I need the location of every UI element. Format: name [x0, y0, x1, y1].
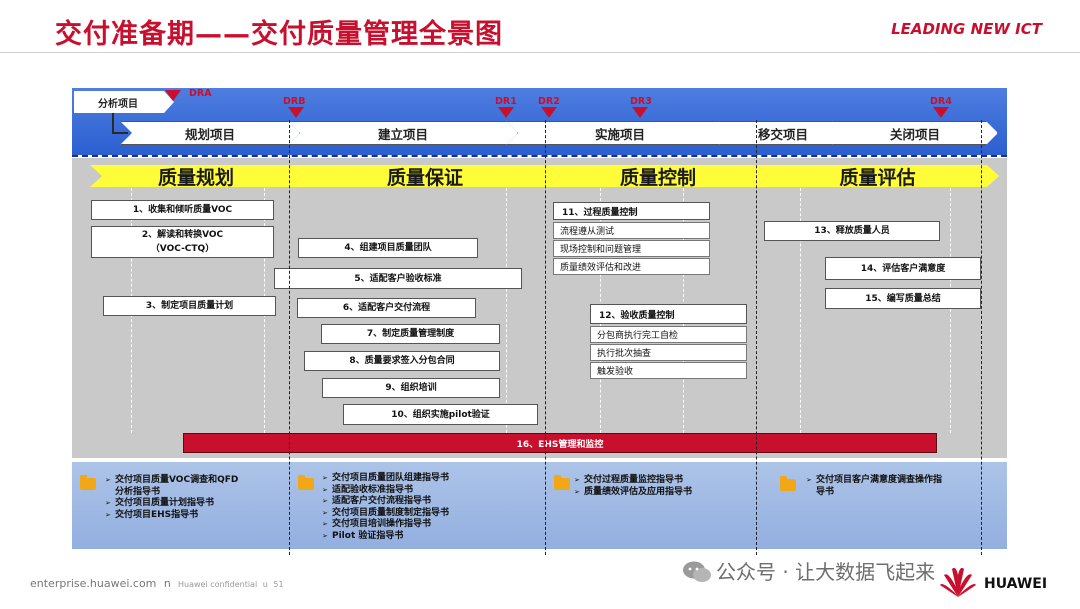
marker-dr1-icon [498, 107, 514, 118]
assurance-item: 7、制定质量管理制度 [321, 324, 500, 344]
phase-close: 关闭项目 [832, 121, 998, 145]
brand-slogan: LEADING NEW ICT [891, 20, 1042, 38]
huawei-logo-icon [940, 567, 976, 597]
footer-site: enterprise.huawei.com n [30, 577, 171, 590]
marker-dra-label: DRA [189, 88, 212, 99]
marker-dr4-label: DR4 [930, 96, 952, 107]
marker-dr3-icon [632, 107, 648, 118]
analysis-connector-h [112, 132, 128, 134]
guide-item: 适配验收标准指导书 [322, 485, 522, 497]
guide-list-control: 交付过程质量监控指导书 质量绩效评估及应用指导书 [574, 475, 754, 498]
page-title: 交付准备期——交付质量管理全景图 [55, 19, 503, 50]
footer-page-number: 51 [273, 580, 284, 589]
marker-dra-icon [165, 90, 181, 101]
evaluation-item: 15、编写质量总结 [825, 288, 981, 309]
guide-item: 交付项目质量团队组建指导书 [322, 473, 522, 485]
planning-item: 1、收集和倾听质量VOC [91, 200, 274, 220]
assurance-item: 10、组织实施pilot验证 [343, 404, 538, 425]
milestone-line [756, 120, 757, 555]
area-assurance: 质量保证 [290, 165, 560, 187]
guide-item: 交付项目培训操作指导书 [322, 519, 522, 531]
footer-confidential-text: Huawei confidential [178, 580, 258, 589]
phase-plan: 规划项目 [120, 121, 300, 145]
header-divider [0, 52, 1080, 53]
area-evaluation: 质量评估 [756, 165, 999, 187]
folder-icon [780, 476, 796, 491]
guide-item: 质量绩效评估及应用指导书 [574, 487, 754, 499]
assurance-item: 5、适配客户验收标准 [274, 268, 522, 289]
ehs-bar: 16、EHS管理和监控 [183, 433, 937, 453]
control-acceptance-row: 分包商执行完工自检 [590, 326, 747, 343]
folder-icon [554, 475, 570, 490]
milestone-line [545, 120, 546, 555]
evaluation-item: 13、释放质量人员 [764, 221, 940, 241]
marker-dr4-icon [933, 107, 949, 118]
planning-item: 3、制定项目质量计划 [103, 296, 276, 316]
assurance-item: 6、适配客户交付流程 [297, 298, 476, 318]
guide-item: 交付项目质量制度制定指导书 [322, 508, 522, 520]
phase-implement: 实施项目 [506, 121, 734, 145]
wechat-icon [683, 561, 711, 582]
guide-item: 交付项目EHS指导书 [105, 510, 245, 522]
area-control: 质量控制 [548, 165, 768, 187]
guide-item: Pilot 验证指导书 [322, 531, 522, 543]
guide-list-assurance: 交付项目质量团队组建指导书 适配验收标准指导书 适配客户交付流程指导书 交付项目… [322, 473, 522, 542]
phase-separator [72, 155, 1007, 157]
control-acceptance-row: 触发验收 [590, 362, 747, 379]
assurance-item: 4、组建项目质量团队 [298, 238, 478, 258]
marker-dr3-label: DR3 [630, 96, 652, 107]
marker-drb-icon [288, 107, 304, 118]
marker-drb-label: DRB [283, 96, 306, 107]
marker-dr1-label: DR1 [495, 96, 517, 107]
guide-item: 交付项目质量VOC调查和QFD分析指导书 [105, 475, 245, 498]
guide-line [506, 188, 507, 433]
huawei-logo-text: HUAWEI [984, 576, 1048, 592]
guide-line [950, 188, 951, 433]
area-planning: 质量规划 [90, 165, 302, 187]
guide-item: 交付过程质量监控指导书 [574, 475, 754, 487]
guide-item: 适配客户交付流程指导书 [322, 496, 522, 508]
control-acceptance-title: 12、验收质量控制 [590, 304, 747, 324]
control-process-row: 现场控制和问题管理 [553, 240, 710, 257]
phase-build: 建立项目 [288, 121, 518, 145]
guide-item: 交付项目质量计划指导书 [105, 498, 245, 510]
planning-item: 2、解读和转换VOC （VOC-CTQ） [91, 226, 274, 258]
assurance-item: 8、质量要求签入分包合同 [304, 351, 500, 371]
control-process-row: 质量绩效评估和改进 [553, 258, 710, 275]
footer-site-suffix: n [163, 577, 171, 590]
planning-item-line: （VOC-CTQ） [150, 244, 215, 254]
folder-icon [80, 475, 96, 490]
analysis-connector [112, 113, 114, 133]
planning-item-line: 2、解读和转换VOC [141, 230, 224, 240]
footer-confidential-mark: u [262, 580, 268, 589]
control-process-row: 流程遵从测试 [553, 222, 710, 239]
control-acceptance-row: 执行批次抽查 [590, 344, 747, 361]
marker-dr2-label: DR2 [538, 96, 560, 107]
folder-icon [298, 475, 314, 490]
control-process-title: 11、过程质量控制 [553, 202, 710, 220]
watermark-text: 公众号 · 让大数据飞起来 [716, 560, 936, 584]
milestone-line [981, 120, 982, 555]
evaluation-item: 14、评估客户满意度 [825, 257, 981, 280]
guide-list-planning: 交付项目质量VOC调查和QFD分析指导书 交付项目质量计划指导书 交付项目EHS… [105, 475, 245, 521]
guide-list-evaluation: 交付项目客户满意度调查操作指导书 [806, 475, 946, 498]
phase-analysis: 分析项目 [74, 91, 174, 113]
footer-confidential: Huawei confidential u 51 [178, 580, 284, 589]
marker-dr2-icon [541, 107, 557, 118]
footer-site-text: enterprise.huawei.com [30, 577, 157, 590]
phase-handover: 移交项目 [719, 121, 847, 145]
milestone-line [289, 120, 290, 555]
assurance-item: 9、组织培训 [322, 378, 500, 398]
guide-item: 交付项目客户满意度调查操作指导书 [806, 475, 946, 498]
